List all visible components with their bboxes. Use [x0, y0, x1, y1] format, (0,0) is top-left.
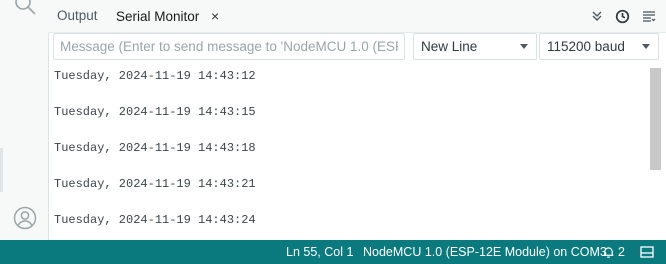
chevron-down-icon [642, 44, 650, 49]
line-ending-value: New Line [421, 39, 478, 54]
chevrons-down-icon[interactable] [591, 10, 603, 22]
search-icon[interactable] [13, 0, 37, 16]
close-icon[interactable]: × [211, 0, 219, 32]
bell-icon [603, 246, 614, 258]
serial-output[interactable]: Tuesday, 2024-11-19 14:43:12 Tuesday, 20… [48, 64, 650, 240]
account-icon[interactable] [13, 206, 37, 230]
tab-serial-monitor[interactable]: Serial Monitor × [116, 0, 219, 32]
tab-output[interactable]: Output [57, 0, 98, 32]
board-port-status[interactable]: NodeMCU 1.0 (ESP-12E Module) on COM3 [363, 240, 607, 264]
notifications-button[interactable]: 2 [602, 240, 625, 264]
clock-icon[interactable] [615, 9, 630, 24]
cursor-position[interactable]: Ln 55, Col 1 [286, 240, 353, 264]
baud-rate-value: 115200 baud [547, 39, 625, 54]
output-line: Tuesday, 2024-11-19 14:43:24 [54, 213, 256, 227]
activity-sidebar [0, 0, 49, 240]
message-input[interactable] [53, 33, 405, 60]
baud-rate-select[interactable]: 115200 baud [539, 33, 659, 60]
output-line: Tuesday, 2024-11-19 14:43:21 [54, 177, 256, 191]
scrollbar-thumb[interactable] [650, 68, 661, 170]
panel-tabs: Output Serial Monitor × [48, 0, 666, 33]
serial-toolbar: New Line 115200 baud [48, 32, 666, 62]
output-line: Tuesday, 2024-11-19 14:43:15 [54, 105, 256, 119]
tab-output-label: Output [57, 8, 98, 23]
sidebar-edge-mark [0, 148, 3, 192]
panel-actions [591, 0, 656, 32]
panel-toggle-button[interactable] [640, 240, 654, 264]
status-bar: Ln 55, Col 1 NodeMCU 1.0 (ESP-12E Module… [0, 240, 666, 264]
list-filter-icon[interactable] [642, 10, 656, 22]
chevron-down-icon [520, 44, 528, 49]
line-ending-select[interactable]: New Line [413, 33, 537, 60]
output-line: Tuesday, 2024-11-19 14:43:18 [54, 141, 256, 155]
panel-icon [640, 246, 654, 258]
output-scrollbar[interactable] [650, 64, 666, 240]
output-line: Tuesday, 2024-11-19 14:43:12 [54, 69, 256, 83]
tab-serial-monitor-label: Serial Monitor [116, 9, 200, 24]
notifications-count: 2 [618, 245, 625, 259]
